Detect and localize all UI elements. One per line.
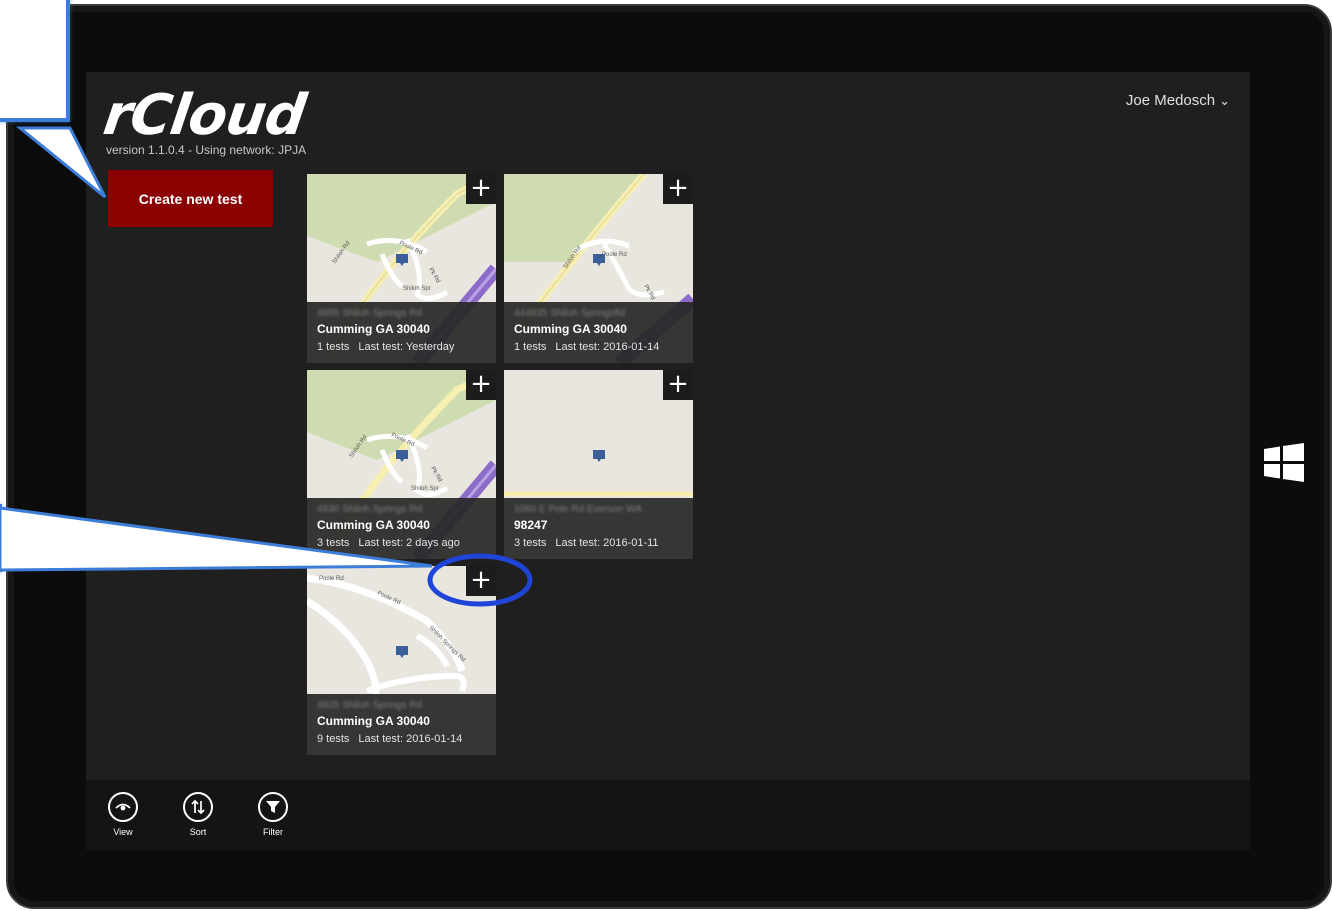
site-street: 1060 E Pole Rd Everson WA xyxy=(514,504,643,515)
site-info: 4925 Shiloh Springs Rd Cumming GA 30040 … xyxy=(307,694,496,755)
view-label: View xyxy=(113,827,133,837)
version-text: version 1.1.0.4 - Using network: JPJA xyxy=(106,143,307,157)
add-test-button[interactable]: + xyxy=(466,370,496,400)
site-info: 1060 E Pole Rd Everson WA 98247 3 tests L… xyxy=(504,498,693,559)
app-bar: View Sort Filter xyxy=(86,780,1250,850)
site-city: 98247 xyxy=(514,518,548,532)
test-count: 3 tests xyxy=(514,537,547,549)
site-city: Cumming GA 30040 xyxy=(514,322,627,336)
site-meta: 3 tests Last test: 2016-01-11 xyxy=(514,537,683,549)
test-count: 1 tests xyxy=(514,341,547,353)
filter-label: Filter xyxy=(263,827,283,837)
site-city: Cumming GA 30040 xyxy=(317,714,430,728)
test-count: 1 tests xyxy=(317,341,350,353)
view-icon xyxy=(108,792,138,822)
site-info: 4955 Shiloh Springs Rd Cumming GA 30040 … xyxy=(307,302,496,363)
add-test-button[interactable]: + xyxy=(663,174,693,204)
site-street: 4925 Shiloh Springs Rd xyxy=(317,700,423,711)
app-logo: rCloud xyxy=(99,83,309,148)
chevron-down-icon: ⌄ xyxy=(1219,93,1230,108)
last-test: Last test: 2016-01-14 xyxy=(358,733,463,745)
last-test: Last test: 2 days ago xyxy=(358,537,460,549)
site-tile[interactable]: Shiloh Rd Poole Rd Pk Rd Shiloh Spr + 49… xyxy=(307,174,496,363)
site-tile[interactable]: Shiloh Rd Poole Rd Pk Rd Shiloh Spr + 49… xyxy=(307,370,496,559)
sort-label: Sort xyxy=(189,827,207,837)
last-test: Last test: 2016-01-11 xyxy=(555,537,659,549)
last-test: Last test: 2016-01-14 xyxy=(555,341,660,353)
create-new-test-button[interactable]: Create new test xyxy=(108,170,273,227)
site-meta: 1 tests Last test: Yesterday xyxy=(317,341,486,353)
site-info: 4930 Shiloh Springs Rd Cumming GA 30040 … xyxy=(307,498,496,559)
filter-icon xyxy=(258,792,288,822)
add-test-button[interactable]: + xyxy=(466,174,496,204)
last-test: Last test: Yesterday xyxy=(358,341,455,353)
site-tile[interactable]: Shiloh Rd Poole Rd Pk Rd + 444935 Shiloh… xyxy=(504,174,693,363)
site-meta: 3 tests Last test: 2 days ago xyxy=(317,537,486,549)
filter-button[interactable]: Filter xyxy=(248,792,298,837)
site-city: Cumming GA 30040 xyxy=(317,322,430,336)
site-street: 4930 Shiloh Springs Rd xyxy=(317,504,423,515)
map-label: Poole Rd xyxy=(319,576,344,582)
map-label: Shiloh Spr xyxy=(403,286,431,292)
add-test-button[interactable]: + xyxy=(466,566,496,596)
sort-icon xyxy=(183,792,213,822)
site-meta: 9 tests Last test: 2016-01-14 xyxy=(317,733,486,745)
map-label: Shiloh Spr xyxy=(411,486,439,492)
test-count: 3 tests xyxy=(317,537,350,549)
app-screen: rCloud version 1.1.0.4 - Using network: … xyxy=(86,72,1250,780)
sort-button[interactable]: Sort xyxy=(173,792,223,837)
site-info: 444935 Shiloh Springsfld Cumming GA 3004… xyxy=(504,302,693,363)
add-test-button[interactable]: + xyxy=(663,370,693,400)
site-city: Cumming GA 30040 xyxy=(317,518,430,532)
windows-logo-icon[interactable] xyxy=(1262,441,1306,485)
test-count: 9 tests xyxy=(317,733,350,745)
map-label: Poole Rd xyxy=(602,252,627,258)
site-street: 4955 Shiloh Springs Rd xyxy=(317,308,423,319)
tutorial-callout-bottom xyxy=(0,504,2,572)
view-button[interactable]: View xyxy=(98,792,148,837)
site-tile[interactable]: Poole Rd Poole Rd Shiloh Springs Rd + 49… xyxy=(307,566,496,755)
site-street: 444935 Shiloh Springsfld xyxy=(514,308,626,319)
site-tile[interactable]: + 1060 E Pole Rd Everson WA 98247 3 test… xyxy=(504,370,693,559)
tutorial-callout-top xyxy=(0,0,70,122)
site-meta: 1 tests Last test: 2016-01-14 xyxy=(514,341,683,353)
user-menu[interactable]: Joe Medosch ⌄ xyxy=(1126,92,1230,109)
user-name: Joe Medosch xyxy=(1125,92,1216,109)
